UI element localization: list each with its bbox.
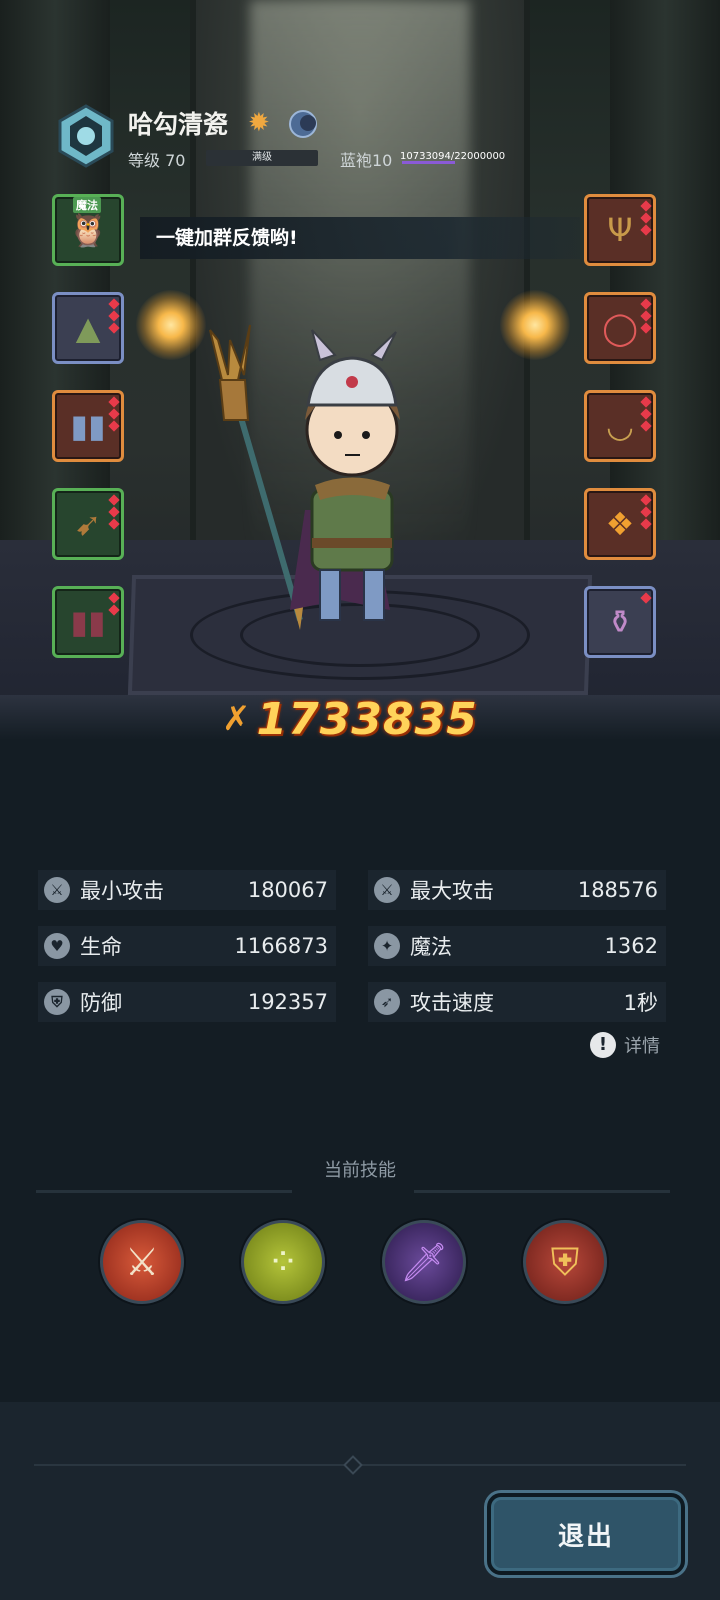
rank-emblem-icon[interactable] (54, 104, 118, 168)
power-icon: ✗ (222, 699, 251, 739)
rank-progress-text: 10733094/22000000 (400, 151, 506, 162)
hero-character[interactable] (200, 320, 440, 640)
combat-power: ✗ 1733835 (222, 692, 512, 746)
player-name: 哈勾清瓷 (128, 110, 229, 139)
pants-slot[interactable]: ▮▮ (52, 586, 124, 658)
stat-attack-speed: ➶ 攻击速度 1秒 (368, 982, 666, 1022)
trident-icon: Ψ (607, 211, 633, 249)
boots-icon: ▮▮ (70, 407, 106, 445)
stat-value: 1166873 (234, 934, 328, 958)
stat-label: 最大攻击 (410, 879, 494, 903)
boots-slot[interactable]: ▮▮ (52, 390, 124, 462)
purple-blade-skill-icon[interactable]: 🗡 (382, 1220, 466, 1304)
speed-icon: ➶ (374, 989, 400, 1015)
potion-slot[interactable]: ⚱ (584, 586, 656, 658)
stat-value: 1秒 (623, 991, 658, 1015)
poison-bubbles-skill-icon[interactable]: ⁘ (241, 1220, 325, 1304)
stat-label: 最小攻击 (80, 879, 164, 903)
speech-bubble[interactable]: 一键加群反馈哟! (140, 217, 580, 259)
stat-max-attack: ⚔ 最大攻击 188576 (368, 870, 666, 910)
amulet-slot[interactable]: ❖ (584, 488, 656, 560)
stat-label: 防御 (80, 991, 122, 1015)
ring-slot[interactable]: ◯ (584, 292, 656, 364)
stat-value: 180067 (247, 878, 328, 902)
magic-icon: ✦ (374, 933, 400, 959)
crown-shield-skill-icon[interactable]: ⛨ (523, 1220, 607, 1304)
crossed-axes-skill-icon[interactable]: ⚔ (100, 1220, 184, 1304)
potion-icon: ⚱ (606, 603, 634, 641)
weapon-slot[interactable]: Ψ (584, 194, 656, 266)
stat-value: 1362 (604, 934, 658, 958)
amulet-icon: ❖ (605, 505, 635, 543)
combat-power-value: 1733835 (256, 693, 478, 745)
stat-defense: ⛨ 防御 192357 (38, 982, 336, 1022)
skills-title: 当前技能 (324, 1160, 396, 1181)
detail-button[interactable]: ! 详情 (590, 1032, 660, 1058)
level-status-bar: 满级 (206, 150, 318, 166)
ring-icon: ◯ (602, 309, 638, 347)
skills-divider-left (36, 1190, 292, 1193)
stat-label: 攻击速度 (410, 991, 494, 1015)
bracer-slot[interactable]: ➹ (52, 488, 124, 560)
skills-divider-right (414, 1190, 670, 1193)
right-torch-icon (500, 290, 570, 360)
sword-icon: ⚔ (44, 877, 70, 903)
exclamation-icon: ! (590, 1032, 616, 1058)
stat-magic: ✦ 魔法 1362 (368, 926, 666, 966)
armor-icon: ▲ (75, 309, 101, 347)
armor-slot[interactable]: ▲ (52, 292, 124, 364)
heart-icon: ♥ (44, 933, 70, 959)
right-pillar (610, 0, 720, 560)
pants-icon: ▮▮ (70, 603, 106, 641)
sword-icon: ⚔ (374, 877, 400, 903)
stat-value: 192357 (247, 990, 328, 1014)
stat-label: 生命 (80, 935, 122, 959)
rank-progress-bar: 10733094/22000000 (400, 150, 512, 164)
level-label: 等级 70 (128, 151, 186, 170)
exit-button[interactable]: 退出 (487, 1493, 685, 1575)
stat-health: ♥ 生命 1166873 (38, 926, 336, 966)
necklace-icon: ◡ (606, 407, 634, 445)
moon-badge-icon[interactable] (289, 110, 317, 138)
shield-icon: ⛨ (44, 989, 70, 1015)
bracer-icon: ➹ (74, 505, 102, 543)
necklace-slot[interactable]: ◡ (584, 390, 656, 462)
left-torch-icon (136, 290, 206, 360)
sun-badge-icon[interactable]: ✹ (248, 108, 270, 138)
left-pillar (0, 0, 110, 560)
rank-label: 蓝袍10 (340, 151, 393, 170)
detail-label: 详情 (624, 1036, 660, 1057)
stat-value: 188576 (577, 878, 658, 902)
pet-slot[interactable]: 魔法 🦉 (52, 194, 124, 266)
stat-min-attack: ⚔ 最小攻击 180067 (38, 870, 336, 910)
owl-pet-icon: 🦉 (68, 211, 108, 249)
stat-label: 魔法 (410, 935, 452, 959)
